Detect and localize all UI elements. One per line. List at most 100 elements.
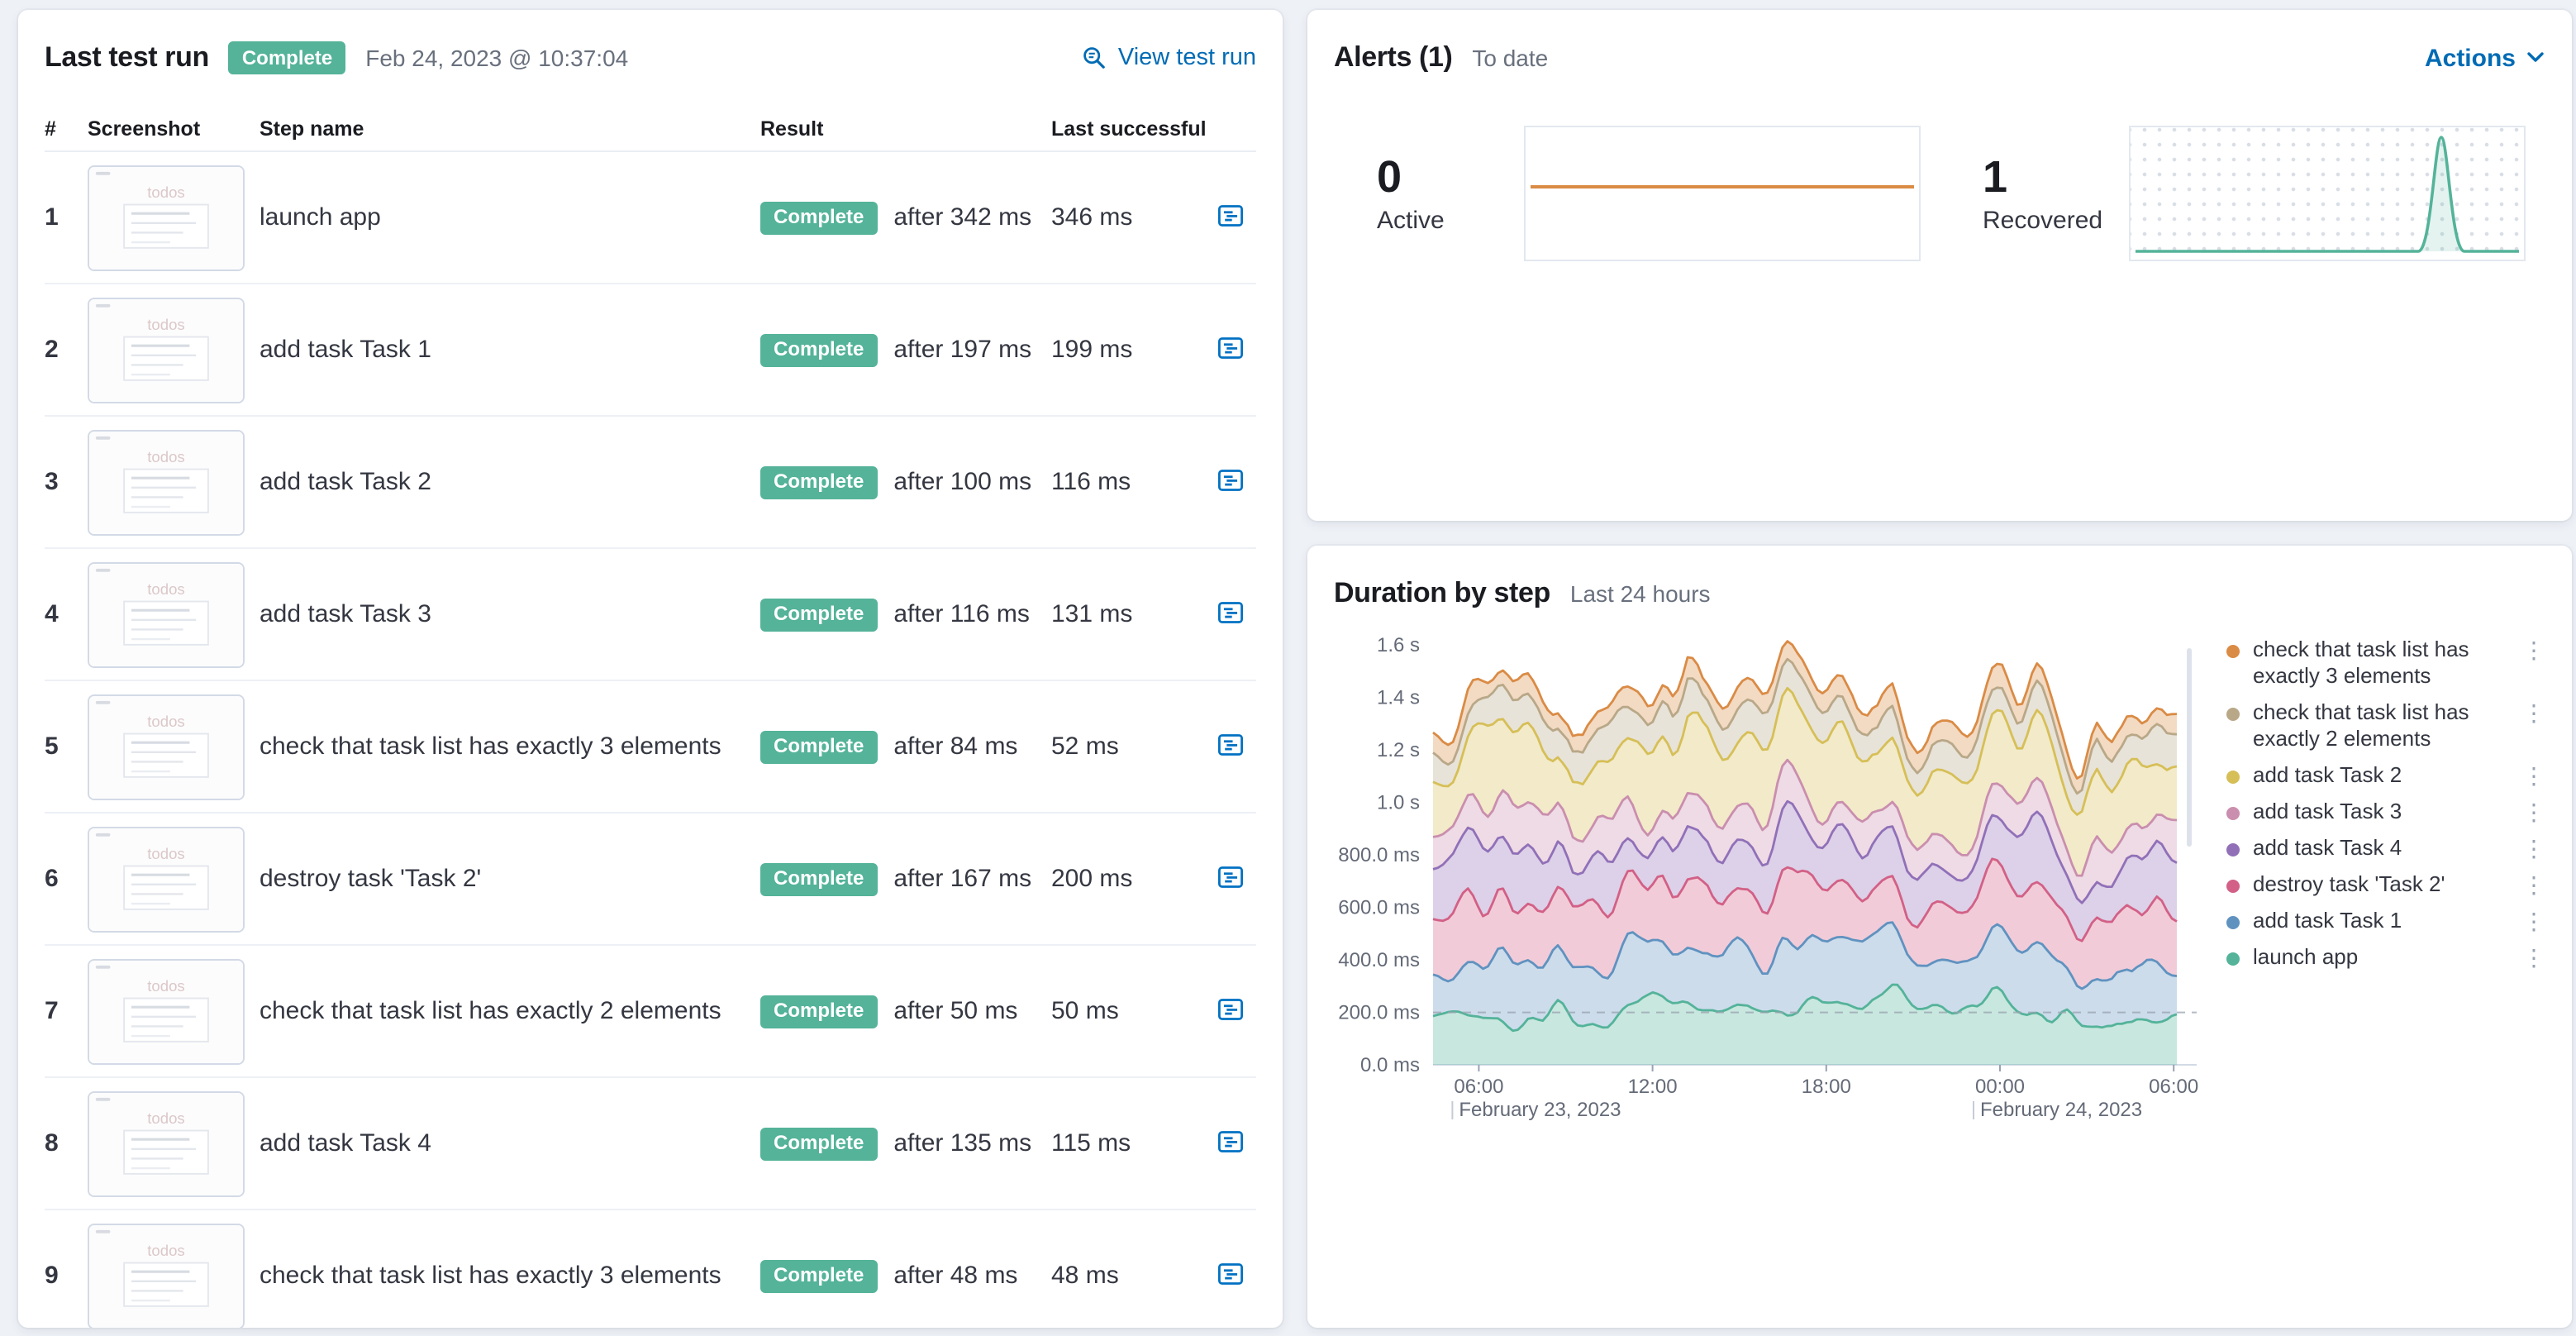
legend-dot: [2226, 770, 2240, 783]
col-number: #: [45, 117, 56, 140]
step-screenshot-thumbnail[interactable]: todos: [88, 429, 245, 535]
thumbnail-label: todos: [147, 1109, 185, 1126]
result-badge: Complete: [760, 201, 878, 234]
step-number: 9: [45, 1262, 59, 1290]
legend-item[interactable]: add task Task 1 ⋮: [2226, 903, 2545, 939]
step-detail-button[interactable]: [1213, 728, 1248, 762]
active-alerts-label: Active: [1377, 207, 1445, 235]
step-detail-button[interactable]: [1213, 992, 1248, 1027]
legend-dot: [2226, 915, 2240, 928]
step-screenshot-thumbnail[interactable]: todos: [88, 694, 245, 799]
legend-options-icon[interactable]: ⋮: [2512, 944, 2545, 971]
screenshot-thumb-image: todos: [89, 298, 243, 401]
svg-text:February 24, 2023: February 24, 2023: [1980, 1099, 2142, 1121]
col-step-name: Step name: [260, 117, 364, 140]
last-successful-value: 115 ms: [1051, 1129, 1131, 1157]
recovered-alerts-count: 1: [1983, 152, 2008, 202]
active-alerts-stat: 0 Active: [1377, 152, 1483, 235]
step-trace-icon: [1218, 470, 1243, 491]
step-number: 2: [45, 336, 59, 364]
step-name: check that task list has exactly 3 eleme…: [260, 1262, 721, 1290]
screenshot-thumb-image: todos: [89, 960, 243, 1062]
svg-text:12:00: 12:00: [1628, 1076, 1678, 1098]
last-successful-value: 346 ms: [1051, 203, 1133, 231]
legend-item[interactable]: destroy task 'Task 2' ⋮: [2226, 866, 2545, 903]
step-detail-button[interactable]: [1213, 331, 1248, 365]
step-screenshot-thumbnail[interactable]: todos: [88, 297, 245, 403]
step-number: 6: [45, 865, 59, 893]
alerts-title: Alerts (1): [1334, 41, 1453, 73]
col-result: Result: [760, 117, 824, 140]
result-badge: Complete: [760, 862, 878, 895]
step-detail-button[interactable]: [1213, 1257, 1248, 1291]
screenshot-thumb-image: todos: [89, 166, 243, 269]
last-successful-value: 131 ms: [1051, 600, 1133, 628]
result-after: after 100 ms: [893, 468, 1032, 496]
legend-item[interactable]: add task Task 4 ⋮: [2226, 830, 2545, 866]
step-name: add task Task 2: [260, 468, 431, 496]
legend-options-icon[interactable]: ⋮: [2512, 871, 2545, 898]
duration-chart-area: 1.6 s 1.4 s 1.2 s 1.0 s 800.0 ms 600.0 ms 400.…: [1334, 628, 2545, 1128]
legend-item[interactable]: check that task list has exactly 3 eleme…: [2226, 632, 2545, 694]
step-detail-button[interactable]: [1213, 595, 1248, 630]
step-detail-button[interactable]: [1213, 860, 1248, 895]
last-test-run-header: Last test run Complete Feb 24, 2023 @ 10…: [45, 36, 1256, 79]
legend-item[interactable]: add task Task 2 ⋮: [2226, 757, 2545, 794]
table-row: 6 todos destroy task 'Task 2' Complete a…: [45, 814, 1256, 946]
legend-label: check that task list has exactly 3 eleme…: [2253, 637, 2469, 688]
step-name: add task Task 3: [260, 600, 431, 628]
alerts-body: 0 Active 1 Recovered: [1334, 126, 2545, 261]
step-detail-button[interactable]: [1213, 198, 1248, 233]
legend-options-icon[interactable]: ⋮: [2512, 799, 2545, 825]
thumbnail-label: todos: [147, 447, 185, 465]
thumbnail-label: todos: [147, 844, 185, 861]
legend-options-icon[interactable]: ⋮: [2512, 908, 2545, 934]
svg-text:800.0 ms: 800.0 ms: [1338, 844, 1420, 866]
step-screenshot-thumbnail[interactable]: todos: [88, 826, 245, 932]
legend-label: add task Task 4: [2253, 835, 2402, 860]
step-number: 3: [45, 468, 59, 496]
recovered-alerts-stat: 1 Recovered: [1983, 152, 2103, 235]
legend-item[interactable]: check that task list has exactly 2 eleme…: [2226, 694, 2545, 757]
legend-label: add task Task 1: [2253, 908, 2402, 933]
legend-options-icon[interactable]: ⋮: [2512, 699, 2545, 726]
result-badge: Complete: [760, 1259, 878, 1292]
legend-label: destroy task 'Task 2': [2253, 871, 2445, 896]
step-screenshot-thumbnail[interactable]: todos: [88, 165, 245, 270]
result-badge: Complete: [760, 995, 878, 1028]
legend-item[interactable]: add task Task 3 ⋮: [2226, 794, 2545, 830]
result-after: after 197 ms: [893, 336, 1032, 364]
svg-text:400.0 ms: 400.0 ms: [1338, 949, 1420, 971]
legend-dot: [2226, 952, 2240, 965]
legend-label: add task Task 2: [2253, 762, 2402, 787]
alerts-header: Alerts (1) To date Actions: [1334, 36, 2545, 79]
last-successful-value: 52 ms: [1051, 732, 1119, 761]
col-last-successful: Last successful: [1051, 117, 1207, 140]
legend-dot: [2226, 842, 2240, 856]
view-test-run-link[interactable]: View test run: [1082, 45, 1256, 71]
result-after: after 342 ms: [893, 203, 1032, 231]
legend-options-icon[interactable]: ⋮: [2512, 762, 2545, 789]
table-row: 5 todos check that task list has exactly…: [45, 681, 1256, 814]
step-detail-button[interactable]: [1213, 1124, 1248, 1159]
step-name: check that task list has exactly 2 eleme…: [260, 997, 721, 1025]
step-screenshot-thumbnail[interactable]: todos: [88, 561, 245, 667]
step-screenshot-thumbnail[interactable]: todos: [88, 1223, 245, 1328]
screenshot-thumb-image: todos: [89, 828, 243, 930]
duration-header: Duration by step Last 24 hours: [1334, 572, 2545, 615]
table-row: 9 todos check that task list has exactly…: [45, 1210, 1256, 1328]
recovered-alerts-label: Recovered: [1983, 207, 2103, 235]
table-row: 4 todos add task Task 3 Complete after 1…: [45, 549, 1256, 681]
duration-title: Duration by step: [1334, 577, 1550, 608]
step-detail-button[interactable]: [1213, 463, 1248, 498]
legend-item[interactable]: launch app ⋮: [2226, 939, 2545, 976]
result-after: after 48 ms: [893, 1262, 1018, 1290]
legend-options-icon[interactable]: ⋮: [2512, 835, 2545, 861]
legend-options-icon[interactable]: ⋮: [2512, 637, 2545, 663]
alerts-actions-button[interactable]: Actions: [2425, 44, 2545, 72]
svg-text:February 23, 2023: February 23, 2023: [1459, 1099, 1621, 1121]
step-screenshot-thumbnail[interactable]: todos: [88, 1090, 245, 1196]
step-screenshot-thumbnail[interactable]: todos: [88, 958, 245, 1064]
recovered-alerts-sparkline: [2129, 126, 2526, 261]
col-screenshot: Screenshot: [88, 117, 201, 140]
